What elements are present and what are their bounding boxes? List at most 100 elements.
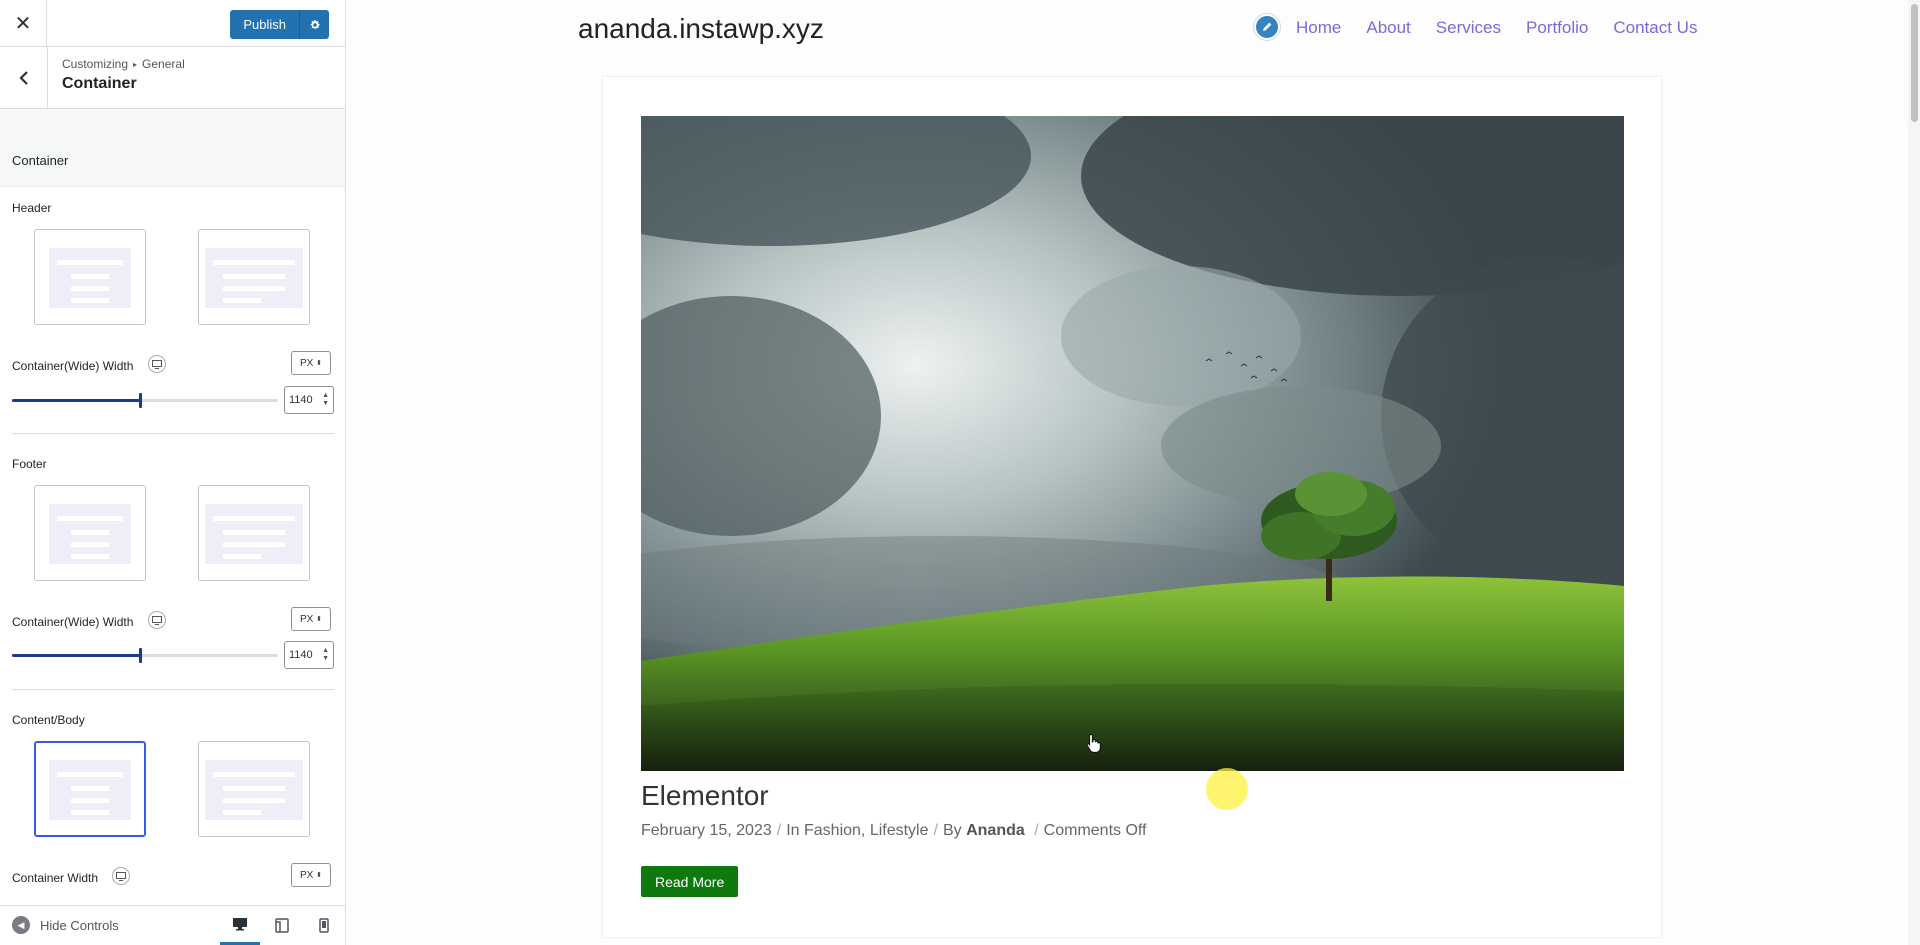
click-indicator — [1206, 768, 1248, 810]
layout-preview-bar — [213, 772, 295, 777]
content-group-label: Content/Body — [12, 713, 85, 727]
post-meta: February 15, 2023/In Fashion, Lifestyle /… — [641, 822, 1147, 839]
layout-preview-bar — [71, 530, 109, 535]
breadcrumb-parent: General — [142, 57, 185, 71]
featured-image[interactable] — [641, 116, 1624, 771]
primary-navigation: Home About Services Portfolio Contact Us — [1296, 18, 1697, 38]
layout-preview-bar — [71, 786, 109, 791]
category-lifestyle[interactable]: Lifestyle — [870, 822, 929, 839]
header-layout-full-width[interactable] — [198, 229, 310, 325]
footer-layout-full-width[interactable] — [198, 485, 310, 581]
mobile-icon — [319, 918, 329, 933]
slider-fill — [12, 654, 140, 657]
footer-width-slider[interactable] — [12, 648, 278, 663]
content-unit-select[interactable]: PX ⬍ — [291, 863, 331, 887]
slider-fill — [12, 399, 140, 402]
layout-preview-bar — [71, 810, 109, 815]
layout-preview-bar — [223, 274, 285, 279]
post-title[interactable]: Elementor — [641, 780, 769, 812]
footer-unit-select[interactable]: PX ⬍ — [291, 607, 331, 631]
layout-preview-bar — [213, 516, 295, 521]
layout-preview-bar — [57, 260, 123, 265]
layout-preview-bar — [71, 542, 109, 547]
header-width-label: Container(Wide) Width — [12, 359, 134, 373]
footer-group-label: Footer — [12, 457, 47, 471]
footer-unit-value: PX — [300, 613, 314, 625]
slider-thumb[interactable] — [138, 393, 142, 408]
section-header: Customizing ▸ General Container — [0, 47, 345, 109]
layout-preview-bar — [223, 798, 285, 803]
preview-mobile-button[interactable] — [304, 906, 344, 945]
edit-shortcut-button[interactable] — [1254, 14, 1280, 40]
nav-services[interactable]: Services — [1436, 18, 1501, 38]
footer-width-input[interactable]: 1140 ▲ ▼ — [284, 641, 334, 669]
desktop-icon — [233, 918, 247, 931]
nav-contact-us[interactable]: Contact Us — [1613, 18, 1697, 38]
layout-preview-bar — [57, 516, 123, 521]
publish-settings-button[interactable] — [299, 10, 329, 39]
scrollbar-thumb[interactable] — [1911, 4, 1918, 122]
in-prefix: In — [786, 822, 800, 839]
content-width-label: Container Width — [12, 871, 99, 885]
section-title: Container — [62, 75, 137, 92]
gear-icon — [310, 19, 320, 29]
controls-panel[interactable]: Container Header Container(Wide) Width P… — [0, 109, 345, 905]
spinner-arrows-icon[interactable]: ▲ ▼ — [322, 647, 329, 663]
slider-thumb[interactable] — [138, 648, 142, 663]
panel-heading: Container — [0, 109, 345, 187]
meta-separator: / — [1029, 822, 1039, 839]
select-arrows-icon: ⬍ — [316, 872, 322, 879]
meta-separator: / — [776, 822, 782, 839]
customizer-sidebar: ✕ Publish Customizing ▸ General Container … — [0, 0, 346, 945]
layout-preview-bar — [71, 298, 109, 303]
responsive-desktop-icon[interactable] — [148, 611, 166, 629]
nav-about[interactable]: About — [1366, 18, 1410, 38]
tablet-icon — [275, 918, 289, 933]
footer-layout-boxed[interactable] — [34, 485, 146, 581]
layout-preview-bar — [223, 810, 261, 815]
publish-button[interactable]: Publish — [230, 10, 299, 39]
header-layout-boxed[interactable] — [34, 229, 146, 325]
responsive-desktop-icon[interactable] — [112, 867, 130, 885]
breadcrumb-root: Customizing — [62, 57, 129, 71]
footer-width-value: 1140 — [289, 649, 313, 661]
header-width-slider[interactable] — [12, 393, 278, 408]
layout-preview-bar — [71, 554, 109, 559]
site-title[interactable]: ananda.instawp.xyz — [578, 13, 824, 45]
breadcrumb-separator-icon: ▸ — [133, 60, 138, 69]
hide-controls-button[interactable]: ◀ Hide Controls — [12, 916, 119, 934]
close-icon: ✕ — [14, 13, 32, 35]
panel-heading-text: Container — [12, 153, 69, 168]
close-customizer-button[interactable]: ✕ — [0, 0, 47, 47]
header-unit-select[interactable]: PX ⬍ — [291, 351, 331, 375]
customizer-top-bar: ✕ Publish — [0, 0, 345, 47]
post-author[interactable]: Ananda — [966, 822, 1025, 839]
header-width-input[interactable]: 1140 ▲ ▼ — [284, 386, 334, 414]
by-prefix: By — [942, 822, 962, 839]
nav-home[interactable]: Home — [1296, 18, 1341, 38]
read-more-button[interactable]: Read More — [641, 866, 739, 897]
divider — [12, 433, 334, 434]
layout-preview-bar — [223, 530, 285, 535]
layout-preview-bar — [57, 772, 123, 777]
customizer-footer: ◀ Hide Controls — [0, 905, 345, 945]
layout-preview-bar — [223, 298, 261, 303]
content-unit-value: PX — [300, 869, 314, 881]
layout-preview-bar — [71, 798, 109, 803]
post-comments: Comments Off — [1043, 822, 1147, 839]
layout-preview-bar — [71, 286, 109, 291]
responsive-desktop-icon[interactable] — [148, 355, 166, 373]
content-layout-full-width[interactable] — [198, 741, 310, 837]
preview-scrollbar[interactable] — [1908, 0, 1920, 945]
post-date[interactable]: February 15, 2023 — [641, 822, 772, 839]
category-fashion[interactable]: Fashion — [804, 822, 861, 839]
content-layout-boxed[interactable] — [34, 741, 146, 837]
site-preview[interactable]: ananda.instawp.xyz Home About Services P… — [346, 0, 1920, 945]
spinner-arrows-icon[interactable]: ▲ ▼ — [322, 392, 329, 408]
preview-desktop-button[interactable] — [220, 906, 260, 945]
nav-portfolio[interactable]: Portfolio — [1526, 18, 1588, 38]
breadcrumb: Customizing ▸ General — [62, 57, 185, 71]
back-button[interactable] — [0, 47, 48, 108]
preview-tablet-button[interactable] — [262, 906, 302, 945]
divider — [12, 689, 334, 690]
